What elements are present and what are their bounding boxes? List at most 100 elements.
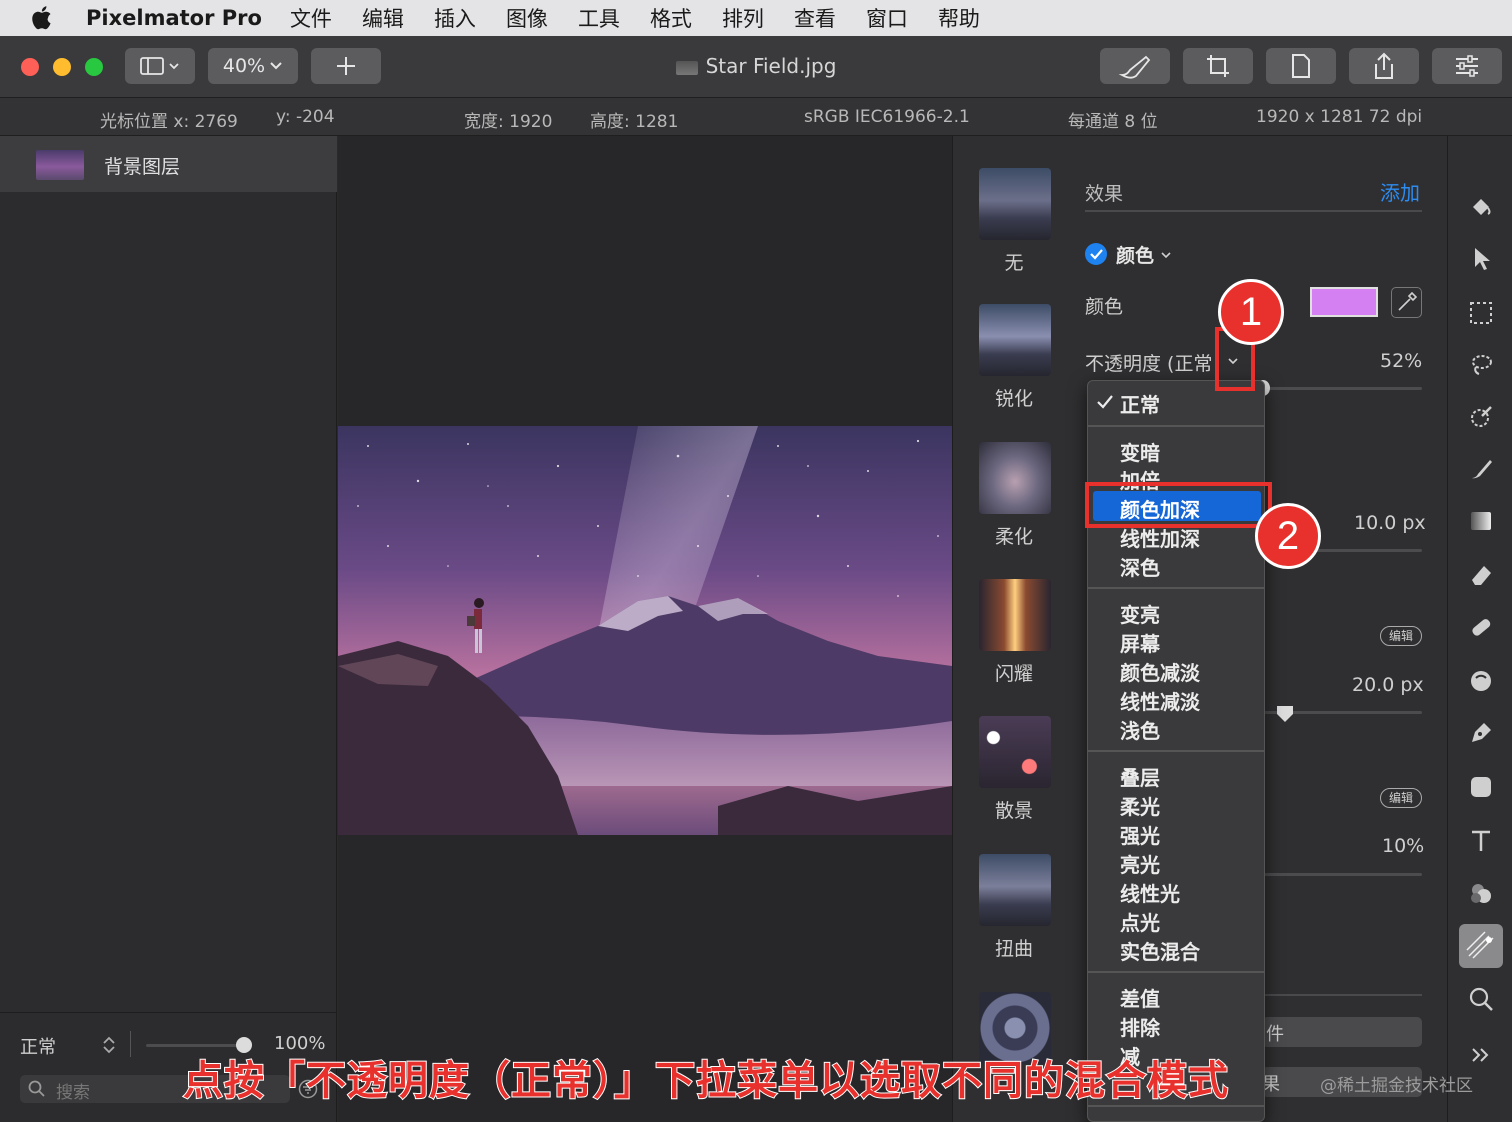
effect-label: 锐化	[994, 388, 1033, 410]
blend-item-lighten[interactable]: 变亮	[1120, 599, 1160, 628]
blend-item-color-dodge[interactable]: 颜色减淡	[1120, 657, 1200, 686]
app-name-menu[interactable]: Pixelmator Pro	[86, 6, 262, 30]
paintbrush-icon	[1118, 55, 1151, 79]
style-tool[interactable]	[1462, 188, 1500, 226]
brush-tool-button[interactable]	[1100, 48, 1170, 84]
effect-thumbnail	[979, 854, 1051, 926]
blend-item-screen[interactable]: 屏幕	[1120, 628, 1160, 657]
type-tool[interactable]	[1462, 822, 1500, 860]
effect-thumbnail	[979, 304, 1051, 376]
menu-window[interactable]: 窗口	[866, 3, 908, 33]
callout-number: 1	[1239, 289, 1263, 334]
blend-item-vivid-light[interactable]: 亮光	[1120, 849, 1160, 878]
pen-nib-icon	[1472, 723, 1491, 742]
magic-wand-tool[interactable]	[1462, 398, 1500, 436]
layer-row[interactable]: 背景图层	[0, 136, 337, 192]
chevron-down-icon[interactable]	[1160, 250, 1172, 260]
effects-tool-active[interactable]	[1459, 924, 1503, 968]
blend-item-hard-mix[interactable]: 实色混合	[1120, 936, 1200, 965]
gradient-tool[interactable]	[1462, 502, 1500, 540]
effects-sparkle-icon	[1466, 931, 1494, 959]
layer-opacity-slider[interactable]	[146, 1044, 246, 1047]
bit-depth: 每通道 8 位	[1068, 112, 1158, 132]
blend-item-linear-light[interactable]: 线性光	[1120, 878, 1180, 907]
color-swatch[interactable]	[1310, 287, 1378, 317]
adjust-button[interactable]	[1432, 48, 1502, 84]
edit-button-2[interactable]: 编辑	[1380, 788, 1422, 808]
tutorial-caption: 点按「不透明度（正常）」下拉菜单以选取不同的混合模式	[182, 1057, 1229, 1105]
canvas-area[interactable]	[338, 136, 952, 1122]
retouch-tool[interactable]	[1462, 608, 1500, 646]
section-divider	[1262, 994, 1422, 996]
color-adjust-tool[interactable]	[1462, 874, 1500, 912]
distort-tool[interactable]	[1462, 662, 1500, 700]
add-effect-link[interactable]: 添加	[1380, 177, 1420, 206]
lasso-tool[interactable]	[1462, 346, 1500, 384]
blend-item-normal[interactable]: 正常	[1120, 389, 1160, 418]
paint-bucket-icon	[1473, 199, 1491, 215]
export-format-button[interactable]	[1266, 48, 1336, 84]
blend-item-soft-light[interactable]: 柔光	[1120, 791, 1160, 820]
blend-item-darker-color[interactable]: 深色	[1120, 552, 1160, 581]
gradient-icon	[1471, 512, 1491, 530]
lasso-icon	[1472, 355, 1492, 375]
blend-item-difference[interactable]: 差值	[1120, 983, 1160, 1012]
settings-button-1[interactable]: 件	[1262, 1017, 1422, 1047]
param-value-2: 20.0 px	[1352, 674, 1424, 696]
blend-item-lighter-color[interactable]: 浅色	[1120, 715, 1160, 744]
param-slider-3[interactable]	[1262, 873, 1422, 876]
share-icon	[1375, 52, 1393, 79]
more-tools-button[interactable]	[1462, 1036, 1500, 1074]
opacity-label[interactable]: 不透明度 (正常	[1085, 349, 1212, 376]
header-divider	[1085, 210, 1422, 212]
watermark: @稀土掘金技术社区	[1320, 1076, 1473, 1096]
menu-format[interactable]: 格式	[650, 3, 692, 33]
callout-badge-2: 2	[1255, 503, 1321, 569]
eyedropper-button[interactable]	[1391, 287, 1422, 318]
blend-item-exclusion[interactable]: 排除	[1120, 1012, 1160, 1041]
bandage-icon	[1472, 619, 1491, 636]
pen-tool[interactable]	[1462, 714, 1500, 752]
edit-button-1[interactable]: 编辑	[1380, 626, 1422, 646]
effect-name[interactable]: 颜色	[1116, 241, 1154, 268]
image-width: 宽度: 1920	[464, 112, 553, 132]
blend-item-hard-light[interactable]: 强光	[1120, 820, 1160, 849]
blend-item-darken[interactable]: 变暗	[1120, 437, 1160, 466]
opacity-slider[interactable]	[1262, 387, 1422, 390]
text-t-icon	[1472, 830, 1490, 851]
checkmark-icon	[1090, 249, 1103, 260]
effect-thumbnail	[979, 579, 1051, 651]
effect-enabled-checkbox[interactable]	[1085, 243, 1107, 265]
magnifier-icon	[1469, 987, 1493, 1011]
star-field-photo[interactable]	[338, 426, 952, 835]
menu-image[interactable]: 图像	[506, 3, 548, 33]
apple-menu-icon[interactable]	[0, 5, 86, 31]
menu-help[interactable]: 帮助	[938, 3, 980, 33]
blend-item-pin-light[interactable]: 点光	[1120, 907, 1160, 936]
menu-tools[interactable]: 工具	[578, 3, 620, 33]
effect-label: 无	[1004, 252, 1024, 274]
menu-view[interactable]: 查看	[794, 3, 836, 33]
shape-tool[interactable]	[1462, 768, 1500, 806]
menu-arrange[interactable]: 排列	[722, 3, 764, 33]
effect-thumbnail	[979, 716, 1051, 788]
zoom-tool[interactable]	[1462, 980, 1500, 1018]
menu-file[interactable]: 文件	[290, 3, 332, 33]
menu-separator	[1088, 750, 1264, 752]
menu-edit[interactable]: 编辑	[362, 3, 404, 33]
pointer-arrow-icon	[1475, 248, 1490, 270]
blend-item-linear-dodge[interactable]: 线性减淡	[1120, 686, 1200, 715]
eraser-tool[interactable]	[1462, 556, 1500, 594]
slider-pointer-icon[interactable]	[1275, 704, 1295, 724]
arrange-tool[interactable]	[1462, 240, 1500, 278]
color-label: 颜色	[1085, 296, 1124, 318]
menu-insert[interactable]: 插入	[434, 3, 476, 33]
blend-item-overlay[interactable]: 叠层	[1120, 762, 1160, 791]
paint-tool[interactable]	[1462, 450, 1500, 488]
effect-label: 扭曲	[994, 938, 1033, 960]
magic-wand-icon	[1471, 406, 1492, 427]
selection-tool[interactable]	[1462, 294, 1500, 332]
share-button[interactable]	[1349, 48, 1419, 84]
crop-button[interactable]	[1183, 48, 1253, 84]
layers-panel: 背景图层 正常 100% 搜索	[0, 136, 337, 1122]
